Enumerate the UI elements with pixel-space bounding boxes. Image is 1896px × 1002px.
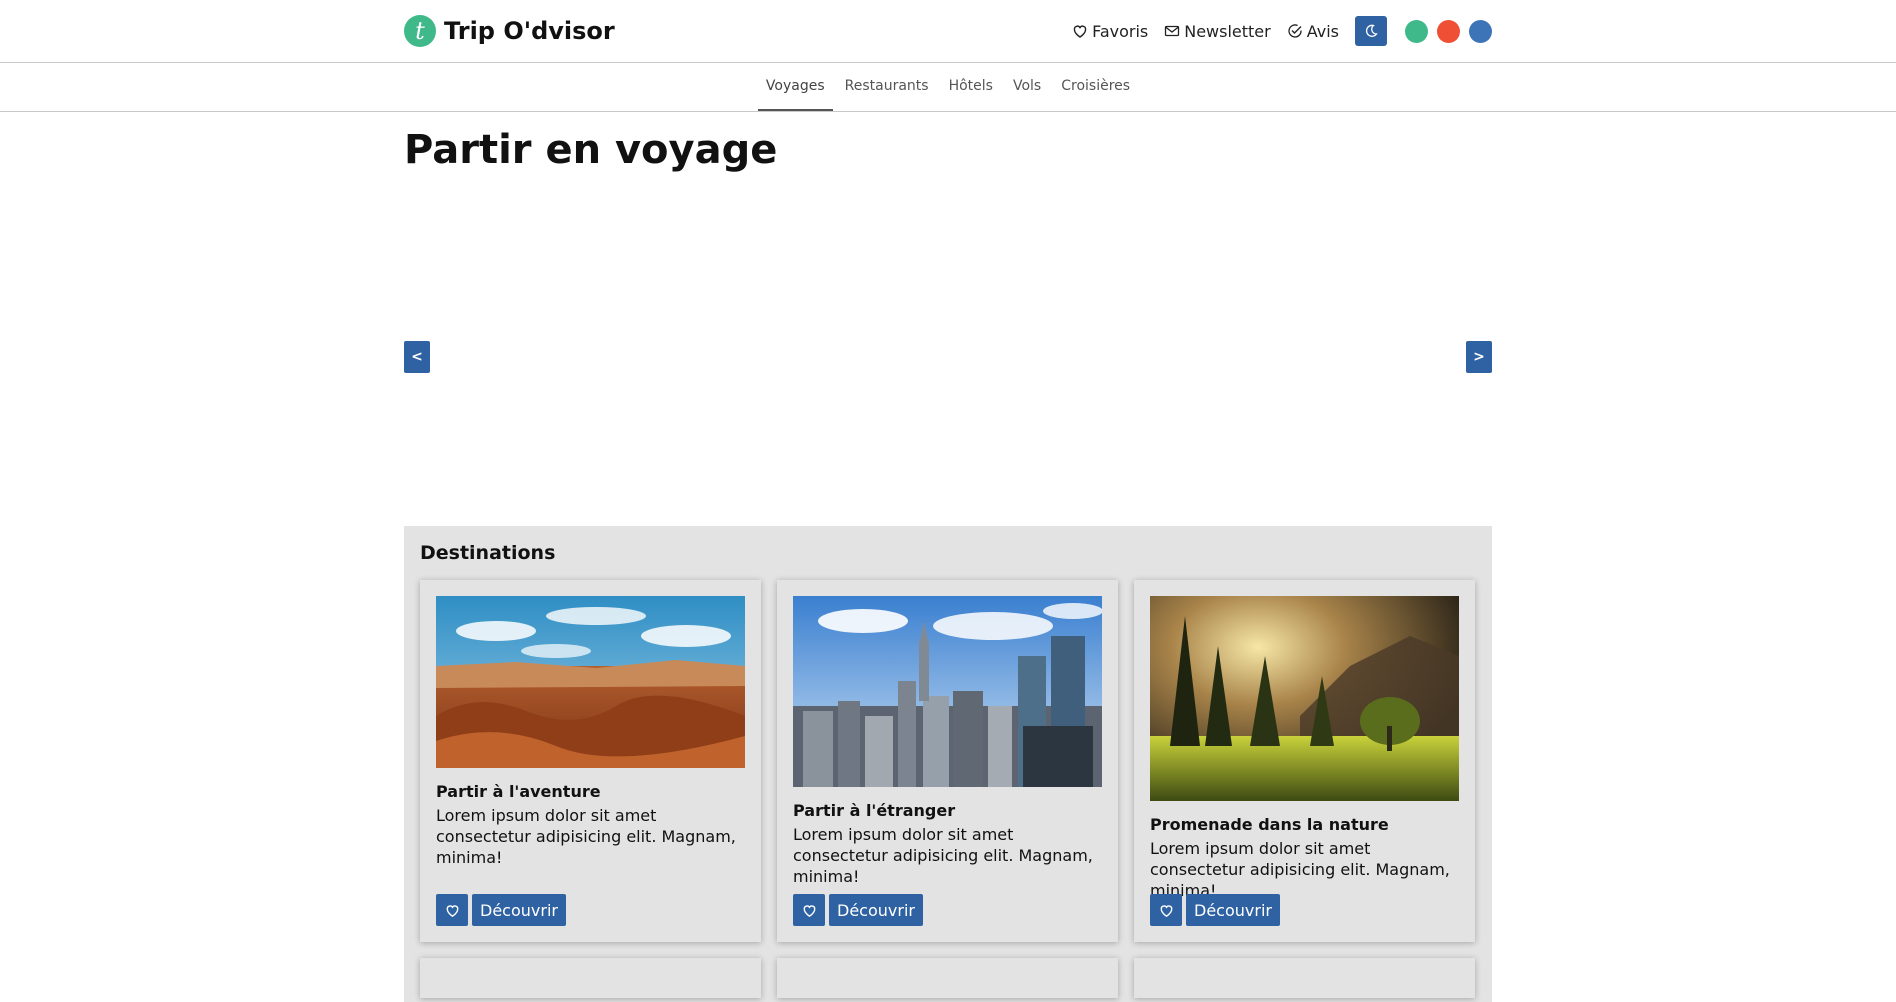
theme-toggle-button[interactable]	[1355, 16, 1387, 46]
heart-icon	[446, 904, 458, 917]
tab-vols[interactable]: Vols	[1005, 63, 1049, 111]
carousel: < >	[404, 174, 1492, 526]
swatch-blue[interactable]	[1469, 19, 1492, 43]
city-skyline-image	[793, 596, 1103, 787]
brand[interactable]: t Trip O'dvisor	[404, 15, 615, 47]
discover-button[interactable]: Découvrir	[829, 894, 923, 926]
mail-icon	[1165, 25, 1180, 37]
logo-icon: t	[404, 15, 436, 47]
tab-restaurants[interactable]: Restaurants	[837, 63, 937, 111]
card-text: Lorem ipsum dolor sit amet consectetur a…	[436, 806, 736, 867]
check-circle-icon	[1288, 24, 1302, 38]
cards-row-2	[420, 958, 1476, 998]
card-text: Lorem ipsum dolor sit amet consectetur a…	[1150, 839, 1450, 900]
category-nav: Voyages Restaurants Hôtels Vols Croisièr…	[0, 63, 1896, 112]
card-text: Lorem ipsum dolor sit amet consectetur a…	[793, 825, 1093, 886]
destination-card: Partir à l'aventure Lorem ipsum dolor si…	[420, 580, 761, 942]
newsletter-link[interactable]: Newsletter	[1164, 22, 1271, 41]
swatch-red[interactable]	[1437, 19, 1460, 43]
avis-link[interactable]: Avis	[1287, 22, 1339, 41]
carousel-prev-button[interactable]: <	[404, 341, 430, 373]
destination-card: Partir à l'étranger Lorem ipsum dolor si…	[777, 580, 1118, 942]
tab-croisieres[interactable]: Croisières	[1053, 63, 1138, 111]
destination-card: Promenade dans la nature Lorem ipsum dol…	[1134, 580, 1475, 942]
header-actions: Favoris Newsletter Avis	[1056, 16, 1492, 46]
page-title: Partir en voyage	[404, 127, 778, 173]
favorite-button[interactable]	[1150, 894, 1182, 926]
card-title: Partir à l'aventure	[436, 782, 601, 801]
desert-canyon-image	[436, 596, 745, 768]
tab-voyages[interactable]: Voyages	[757, 63, 833, 111]
card-title: Promenade dans la nature	[1150, 815, 1389, 834]
brand-name: Trip O'dvisor	[444, 17, 615, 45]
destination-card	[777, 958, 1118, 998]
forest-meadow-image	[1150, 596, 1459, 801]
swatch-green[interactable]	[1405, 19, 1428, 43]
top-header: t Trip O'dvisor Favoris Newsletter Avis	[0, 0, 1896, 63]
heart-icon	[803, 904, 815, 917]
tab-hotels[interactable]: Hôtels	[941, 63, 1001, 111]
discover-button[interactable]: Découvrir	[1186, 894, 1280, 926]
favoris-label: Favoris	[1092, 21, 1149, 41]
destination-card	[420, 958, 761, 998]
color-swatches	[1405, 19, 1492, 43]
discover-button[interactable]: Découvrir	[472, 894, 566, 926]
favoris-link[interactable]: Favoris	[1072, 22, 1148, 41]
heart-icon	[1160, 904, 1172, 917]
destinations-section: Destinations Partir à l'aventure Lorem i…	[404, 526, 1492, 1002]
moon-icon	[1365, 24, 1378, 37]
main-content: Partir en voyage < > Destinations Partir…	[404, 126, 1492, 1002]
destinations-heading: Destinations	[420, 542, 556, 564]
heart-icon	[1073, 25, 1087, 38]
favorite-button[interactable]	[793, 894, 825, 926]
destination-card	[1134, 958, 1475, 998]
newsletter-label: Newsletter	[1184, 21, 1271, 41]
favorite-button[interactable]	[436, 894, 468, 926]
avis-label: Avis	[1306, 21, 1339, 41]
card-title: Partir à l'étranger	[793, 801, 956, 820]
carousel-next-button[interactable]: >	[1466, 341, 1492, 373]
